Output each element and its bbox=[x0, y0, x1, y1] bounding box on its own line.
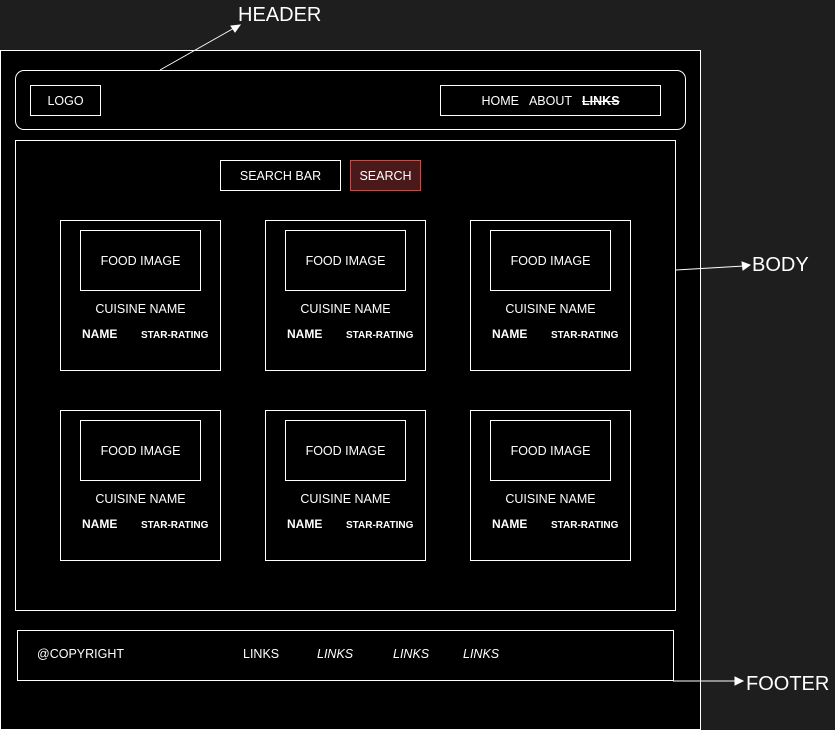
food-card[interactable]: FOOD IMAGE CUISINE NAME NAME STAR-RATING bbox=[470, 410, 631, 561]
food-image: FOOD IMAGE bbox=[80, 230, 201, 291]
nav-about-link[interactable]: ABOUT bbox=[529, 94, 572, 108]
food-image-label: FOOD IMAGE bbox=[100, 253, 181, 268]
logo-label: LOGO bbox=[47, 93, 84, 108]
cuisine-name: CUISINE NAME bbox=[300, 492, 391, 506]
food-image-label: FOOD IMAGE bbox=[100, 443, 181, 458]
restaurant-name: NAME bbox=[287, 327, 323, 341]
star-rating: STAR-RATING bbox=[346, 520, 414, 531]
restaurant-name: NAME bbox=[82, 517, 118, 531]
food-image: FOOD IMAGE bbox=[285, 230, 406, 291]
food-image-label: FOOD IMAGE bbox=[305, 443, 386, 458]
nav-home-link[interactable]: HOME bbox=[481, 94, 519, 108]
star-rating: STAR-RATING bbox=[551, 330, 619, 341]
food-card[interactable]: FOOD IMAGE CUISINE NAME NAME STAR-RATING bbox=[265, 410, 426, 561]
body-arrowhead bbox=[741, 261, 752, 271]
cuisine-name: CUISINE NAME bbox=[95, 492, 186, 506]
footer-link[interactable]: LINKS bbox=[317, 647, 353, 661]
annotation-body: BODY bbox=[752, 254, 809, 276]
star-rating: STAR-RATING bbox=[141, 330, 209, 341]
star-rating: STAR-RATING bbox=[346, 330, 414, 341]
food-card[interactable]: FOOD IMAGE CUISINE NAME NAME STAR-RATING bbox=[470, 220, 631, 371]
restaurant-name: NAME bbox=[492, 327, 528, 341]
search-input-label: SEARCH BAR bbox=[239, 168, 322, 183]
footer-link[interactable]: LINKS bbox=[393, 647, 429, 661]
search-button-label: SEARCH bbox=[359, 168, 412, 183]
cuisine-name: CUISINE NAME bbox=[505, 302, 596, 316]
food-card[interactable]: FOOD IMAGE CUISINE NAME NAME STAR-RATING bbox=[60, 220, 221, 371]
search-button[interactable]: SEARCH bbox=[350, 160, 421, 191]
nav-bar: HOME ABOUT LINKS bbox=[440, 85, 661, 116]
cuisine-name: CUISINE NAME bbox=[95, 302, 186, 316]
food-card[interactable]: FOOD IMAGE CUISINE NAME NAME STAR-RATING bbox=[265, 220, 426, 371]
star-rating: STAR-RATING bbox=[551, 520, 619, 531]
food-image: FOOD IMAGE bbox=[285, 420, 406, 481]
footer-link[interactable]: LINKS bbox=[243, 647, 279, 661]
cuisine-name: CUISINE NAME bbox=[300, 302, 391, 316]
food-image-label: FOOD IMAGE bbox=[510, 253, 591, 268]
nav-links-link[interactable]: LINKS bbox=[582, 94, 620, 108]
cuisine-name: CUISINE NAME bbox=[505, 492, 596, 506]
footer-arrowhead bbox=[734, 676, 745, 686]
footer-link[interactable]: LINKS bbox=[463, 647, 499, 661]
star-rating: STAR-RATING bbox=[141, 520, 209, 531]
search-input[interactable]: SEARCH BAR bbox=[220, 160, 341, 191]
food-image: FOOD IMAGE bbox=[80, 420, 201, 481]
food-image-label: FOOD IMAGE bbox=[305, 253, 386, 268]
annotation-header: HEADER bbox=[238, 4, 322, 26]
annotation-footer: FOOTER bbox=[746, 673, 830, 695]
food-card[interactable]: FOOD IMAGE CUISINE NAME NAME STAR-RATING bbox=[60, 410, 221, 561]
restaurant-name: NAME bbox=[82, 327, 118, 341]
food-image-label: FOOD IMAGE bbox=[510, 443, 591, 458]
footer-copyright: @COPYRIGHT bbox=[37, 647, 124, 661]
food-image: FOOD IMAGE bbox=[490, 420, 611, 481]
logo[interactable]: LOGO bbox=[30, 85, 101, 116]
restaurant-name: NAME bbox=[287, 517, 323, 531]
restaurant-name: NAME bbox=[492, 517, 528, 531]
food-image: FOOD IMAGE bbox=[490, 230, 611, 291]
